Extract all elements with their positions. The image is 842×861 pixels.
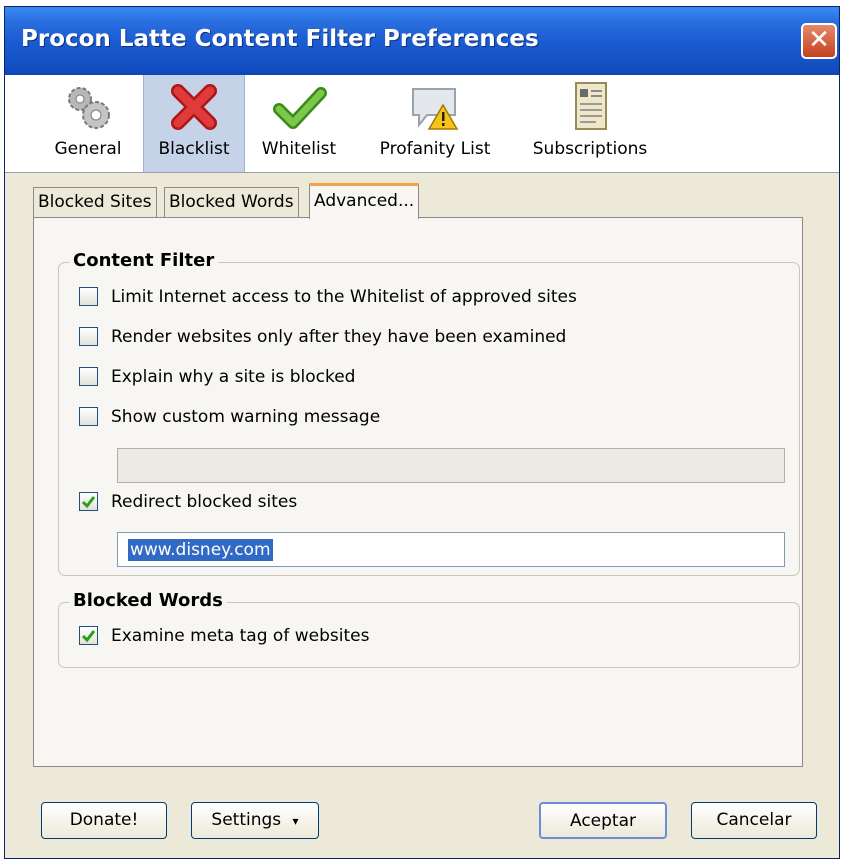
custom-warning-checkbox[interactable] bbox=[79, 407, 98, 426]
dropdown-arrow-icon: ▾ bbox=[292, 814, 299, 828]
toolbar-whitelist-label: Whitelist bbox=[261, 139, 337, 159]
explain-blocked-checkbox[interactable] bbox=[79, 367, 98, 386]
cancel-button[interactable]: Cancelar bbox=[691, 802, 817, 839]
toolbar-subscriptions-button[interactable]: Subscriptions bbox=[525, 75, 655, 172]
render-after-examined-checkbox[interactable] bbox=[79, 327, 98, 346]
toolbar-profanity-list-label: Profanity List bbox=[379, 139, 491, 159]
red-x-icon bbox=[171, 84, 217, 130]
accept-button[interactable]: Aceptar bbox=[539, 802, 667, 839]
toolbar-subscriptions-label: Subscriptions bbox=[532, 139, 648, 159]
tab-advanced-label: Advanced... bbox=[314, 191, 415, 211]
donate-button-label: Donate! bbox=[69, 810, 139, 830]
toolbar-profanity-list-button[interactable]: Profanity List bbox=[365, 75, 505, 172]
gears-icon bbox=[68, 87, 110, 129]
toolbar-blacklist-label: Blacklist bbox=[158, 139, 230, 159]
content-filter-legend: Content Filter bbox=[69, 250, 219, 271]
custom-warning-input[interactable] bbox=[117, 448, 785, 483]
tab-advanced[interactable]: Advanced... bbox=[309, 183, 420, 219]
settings-button-label: Settings bbox=[211, 810, 282, 830]
limit-whitelist-label: Limit Internet access to the Whitelist o… bbox=[111, 287, 577, 307]
window-title: Procon Latte Content Filter Preferences bbox=[21, 26, 539, 52]
blocked-words-legend: Blocked Words bbox=[69, 590, 227, 611]
toolbar-whitelist-button[interactable]: Whitelist bbox=[249, 75, 349, 172]
render-after-examined-label: Render websites only after they have bee… bbox=[111, 327, 567, 347]
toolbar-blacklist-button[interactable]: Blacklist bbox=[143, 75, 245, 172]
green-check-icon bbox=[273, 87, 327, 129]
category-toolbar: General Blacklist Whitelist Profanity Li… bbox=[5, 75, 839, 173]
redirect-blocked-label: Redirect blocked sites bbox=[111, 492, 298, 512]
examine-meta-label: Examine meta tag of websites bbox=[111, 626, 370, 646]
blocked-words-group: Blocked Words Examine meta tag of websit… bbox=[58, 590, 800, 668]
title-bar[interactable]: Procon Latte Content Filter Preferences … bbox=[5, 7, 839, 75]
donate-button[interactable]: Donate! bbox=[41, 802, 167, 839]
explain-blocked-label: Explain why a site is blocked bbox=[111, 367, 356, 387]
limit-whitelist-checkbox[interactable] bbox=[79, 287, 98, 306]
custom-warning-label: Show custom warning message bbox=[111, 407, 381, 427]
close-button[interactable]: ✕ bbox=[801, 23, 837, 59]
examine-meta-checkbox[interactable] bbox=[79, 626, 98, 645]
warning-speech-bubble-icon bbox=[412, 88, 459, 130]
cancel-button-label: Cancelar bbox=[716, 810, 792, 830]
accept-button-label: Aceptar bbox=[570, 811, 636, 831]
redirect-url-input[interactable]: www.disney.com bbox=[117, 532, 785, 567]
tab-blocked-sites[interactable]: Blocked Sites bbox=[33, 187, 157, 217]
close-icon: ✕ bbox=[808, 25, 830, 55]
toolbar-general-label: General bbox=[54, 139, 122, 159]
redirect-blocked-checkbox[interactable] bbox=[79, 492, 98, 511]
toolbar-general-button[interactable]: General bbox=[33, 75, 143, 172]
preferences-window: Procon Latte Content Filter Preferences … bbox=[4, 6, 840, 859]
tab-blocked-sites-label: Blocked Sites bbox=[38, 192, 152, 212]
document-card-icon bbox=[575, 82, 607, 130]
settings-button[interactable]: Settings ▾ bbox=[191, 802, 319, 839]
content-filter-group: Content Filter Limit Internet access to … bbox=[58, 250, 800, 576]
advanced-panel: Content Filter Limit Internet access to … bbox=[33, 217, 803, 767]
tab-blocked-words-label: Blocked Words bbox=[169, 192, 294, 212]
redirect-url-value: www.disney.com bbox=[128, 539, 273, 561]
tab-blocked-words[interactable]: Blocked Words bbox=[164, 187, 299, 217]
